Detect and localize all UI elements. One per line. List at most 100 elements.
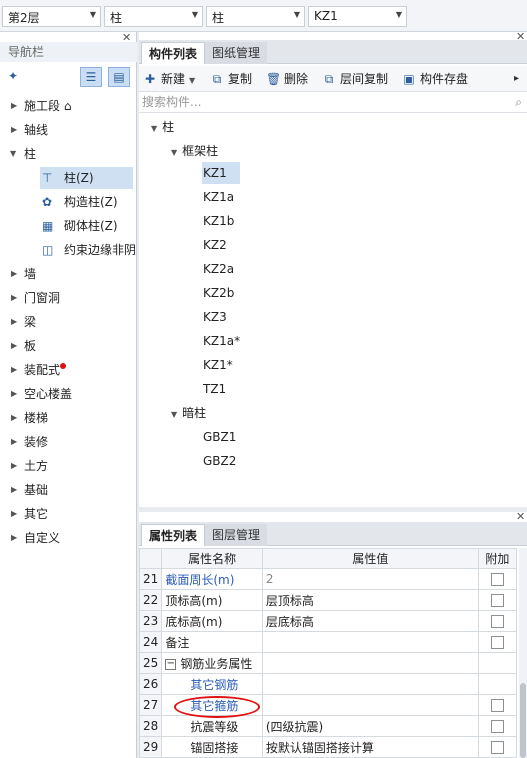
floor-select[interactable]: 第2层 ▼: [2, 6, 101, 27]
header-property-name: 属性名称: [161, 548, 263, 569]
tab-layer-management[interactable]: 图层管理: [205, 524, 268, 546]
add-checkbox[interactable]: [490, 636, 504, 649]
nav-subitem-column[interactable]: ⊤ 柱(Z): [40, 167, 133, 189]
chevron-down-icon: ▼: [189, 76, 196, 85]
tree-leaf-kz1b[interactable]: KZ1b: [202, 210, 240, 232]
tree-leaf-kz2[interactable]: KZ2: [202, 234, 240, 256]
collapse-toggle-icon[interactable]: −: [165, 658, 177, 670]
new-button[interactable]: ✚ 新建 ▼: [143, 70, 195, 88]
tree-leaf-gbz1[interactable]: GBZ1: [202, 426, 252, 448]
table-row[interactable]: 29 锚固搭接 按默认锚固搭接计算: [138, 736, 518, 758]
header-add: 附加: [477, 548, 518, 569]
floor-component-selector-bar: 第2层 ▼ 柱 ▼ 柱 ▼ KZ1 ▼: [0, 0, 527, 32]
chevron-right-icon: ▶: [11, 317, 18, 326]
navigation-panel: ✕ 导航栏 ✦ ☰ ▤ ▶ 施工段 ⌂ ▶ 轴线 ▼ 柱 ⊤ 柱(Z) ✿ 构造…: [0, 31, 137, 758]
tree-leaf-kz3[interactable]: KZ3: [202, 306, 240, 328]
chevron-down-icon: ▼: [171, 148, 178, 157]
property-tabs: 属性列表 图层管理: [139, 522, 527, 546]
chevron-down-icon: ▼: [89, 10, 96, 19]
type-select[interactable]: 柱 ▼: [206, 6, 305, 27]
nav-item-construction-segment[interactable]: ▶ 施工段 ⌂: [0, 95, 137, 117]
nav-item-foundation[interactable]: ▶ 基础: [0, 479, 137, 501]
chevron-down-icon: ▼: [171, 410, 178, 419]
tab-drawing-management[interactable]: 图纸管理: [205, 42, 268, 64]
nav-item-hollow-floor[interactable]: ▶ 空心楼盖: [0, 383, 137, 405]
component-search-input[interactable]: 搜索构件... ⌕: [139, 93, 527, 113]
chevron-right-icon: ▶: [11, 269, 18, 278]
tree-leaf-kz1a-star[interactable]: KZ1a*: [202, 330, 252, 352]
table-row[interactable]: 24 备注: [138, 631, 518, 653]
nav-toolbar: ✦ ☰ ▤: [0, 66, 137, 90]
nav-item-custom[interactable]: ▶ 自定义: [0, 527, 137, 549]
tab-property-list[interactable]: 属性列表: [141, 524, 206, 546]
tree-leaf-tz1[interactable]: TZ1: [202, 378, 240, 400]
chevron-down-icon: ▼: [151, 124, 158, 133]
tree-leaf-kz1[interactable]: KZ1: [202, 162, 240, 184]
add-checkbox[interactable]: [490, 699, 504, 712]
tree-node-frame-column[interactable]: ▼ 框架柱: [171, 140, 218, 162]
copy-icon: ⧉: [212, 72, 222, 86]
nav-item-decoration[interactable]: ▶ 装修: [0, 431, 137, 453]
chevron-right-icon: ▶: [11, 461, 18, 470]
chevron-right-icon: ▶: [11, 293, 18, 302]
chevron-right-icon: ▶: [11, 437, 18, 446]
nav-item-prefab[interactable]: ▶ 装配式: [0, 359, 137, 381]
detail-view-icon[interactable]: ▤: [108, 67, 130, 87]
nav-subitem-struct-column[interactable]: ✿ 构造柱(Z): [40, 191, 133, 213]
tab-component-list[interactable]: 构件列表: [141, 42, 206, 64]
floor-copy-button[interactable]: ⧉ 层间复制: [322, 70, 388, 88]
tree-node-hidden-column[interactable]: ▼ 暗柱: [171, 402, 206, 424]
tree-leaf-gbz2[interactable]: GBZ2: [202, 450, 252, 472]
chevron-down-icon: ▼: [293, 10, 300, 19]
table-row[interactable]: 28 抗震等级 (四级抗震): [138, 715, 518, 737]
nav-subitem-edge-column[interactable]: ◫ 约束边缘非阴: [40, 239, 135, 261]
add-checkbox[interactable]: [490, 594, 504, 607]
property-panel: ✕ 属性列表 图层管理 属性名称 属性值 附加 21 截面周长(m) 2 22 …: [138, 510, 527, 758]
tree-leaf-kz1a[interactable]: KZ1a: [202, 186, 240, 208]
tree-node-column[interactable]: ▼ 柱: [151, 116, 174, 138]
component-select[interactable]: KZ1 ▼: [308, 6, 407, 27]
save-disk-icon: ▣: [403, 72, 415, 86]
add-checkbox[interactable]: [490, 720, 504, 733]
tree-leaf-kz2b[interactable]: KZ2b: [202, 282, 240, 304]
search-icon: ⌕: [515, 95, 522, 109]
table-row[interactable]: 26 其它钢筋: [138, 673, 518, 695]
nav-item-earthwork[interactable]: ▶ 土方: [0, 455, 137, 477]
category-select[interactable]: 柱 ▼: [104, 6, 203, 27]
nav-subitem-masonry-column[interactable]: ▦ 砌体柱(Z): [40, 215, 133, 237]
chevron-right-icon: ▶: [11, 509, 18, 518]
tree-leaf-kz2a[interactable]: KZ2a: [202, 258, 240, 280]
add-checkbox[interactable]: [490, 741, 504, 754]
nav-item-wall[interactable]: ▶ 墙: [0, 263, 137, 285]
save-component-button[interactable]: ▣ 构件存盘: [402, 70, 468, 88]
chevron-right-icon: ▶: [11, 341, 18, 350]
nav-item-beam[interactable]: ▶ 梁: [0, 311, 137, 333]
nav-item-slab[interactable]: ▶ 板: [0, 335, 137, 357]
trash-icon: 🗑: [266, 72, 282, 86]
table-row[interactable]: 21 截面周长(m) 2: [138, 568, 518, 590]
chevron-down-icon: ▼: [191, 10, 198, 19]
table-row-group[interactable]: 25 − 钢筋业务属性: [138, 652, 518, 674]
list-view-icon[interactable]: ☰: [80, 67, 102, 87]
property-table: 属性名称 属性值 附加 21 截面周长(m) 2 22 顶标高(m) 层顶标高 …: [138, 548, 518, 758]
nav-item-door-window[interactable]: ▶ 门窗洞: [0, 287, 137, 309]
chevron-right-icon: ▶: [11, 485, 18, 494]
chevron-down-icon: ▼: [395, 10, 402, 19]
nav-item-column[interactable]: ▼ 柱: [0, 143, 137, 165]
column-icon: ⊤: [42, 171, 53, 185]
table-row[interactable]: 23 底标高(m) 层底标高: [138, 610, 518, 632]
delete-button[interactable]: 🗑 删除: [266, 70, 308, 88]
add-checkbox[interactable]: [490, 615, 504, 628]
scrollbar-thumb[interactable]: [520, 683, 526, 758]
sparkle-icon[interactable]: ✦: [8, 69, 18, 83]
nav-item-axis[interactable]: ▶ 轴线: [0, 119, 137, 141]
table-row[interactable]: 22 顶标高(m) 层顶标高: [138, 589, 518, 611]
nav-item-stairs[interactable]: ▶ 楼梯: [0, 407, 137, 429]
nav-item-other[interactable]: ▶ 其它: [0, 503, 137, 525]
new-file-icon: ✚: [144, 72, 156, 86]
tree-leaf-kz1-star[interactable]: KZ1*: [202, 354, 252, 376]
copy-button[interactable]: ⧉ 复制: [210, 70, 252, 88]
property-scrollbar[interactable]: [519, 548, 527, 758]
toolbar-overflow-icon[interactable]: ▸: [514, 70, 519, 88]
add-checkbox[interactable]: [490, 573, 504, 586]
